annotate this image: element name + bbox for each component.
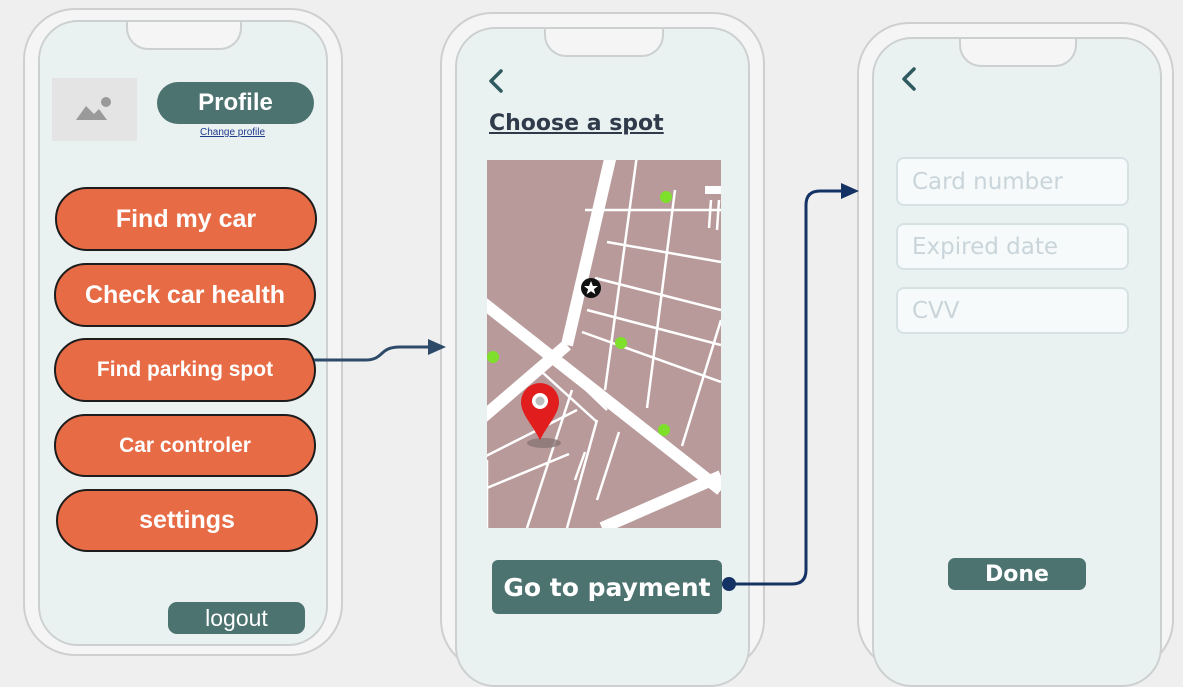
car-controller-button[interactable]: Car controler	[54, 414, 316, 477]
image-placeholder-icon	[76, 97, 111, 120]
phone-map: Choose a spot Go to payment	[440, 12, 765, 687]
location-pin-icon	[521, 383, 561, 448]
go-to-payment-button[interactable]: Go to payment	[492, 560, 722, 614]
cvv-field[interactable]: CVV	[896, 287, 1129, 334]
available-spot-marker[interactable]	[660, 191, 672, 203]
expired-date-field[interactable]: Expired date	[896, 223, 1129, 270]
check-car-health-button[interactable]: Check car health	[54, 263, 316, 327]
avatar-placeholder[interactable]	[52, 78, 137, 141]
back-button[interactable]	[485, 67, 509, 95]
find-my-car-button[interactable]: Find my car	[55, 187, 317, 251]
landmark-marker[interactable]	[580, 277, 602, 299]
phone-payment: Card number Expired date CVV Done	[857, 22, 1174, 687]
page-title: Choose a spot	[489, 111, 664, 136]
profile-button[interactable]: Profile	[157, 82, 314, 124]
chevron-left-icon	[489, 69, 503, 93]
phone-notch	[126, 22, 242, 50]
selected-spot-pin[interactable]	[517, 380, 567, 450]
available-spot-marker[interactable]	[658, 424, 670, 436]
settings-button[interactable]: settings	[56, 489, 318, 552]
map-canvas	[487, 160, 721, 528]
available-spot-marker[interactable]	[615, 337, 627, 349]
map-screen: Choose a spot Go to payment	[455, 27, 750, 687]
change-profile-link[interactable]: Change profile	[200, 127, 265, 138]
chevron-left-icon	[902, 67, 916, 91]
star-marker-icon	[581, 278, 601, 298]
logout-button[interactable]: logout	[168, 602, 305, 634]
available-spot-marker[interactable]	[487, 351, 499, 363]
find-parking-spot-button[interactable]: Find parking spot	[54, 338, 316, 402]
done-button[interactable]: Done	[948, 558, 1086, 590]
payment-screen: Card number Expired date CVV Done	[872, 37, 1162, 687]
parking-map[interactable]	[487, 160, 721, 528]
back-button[interactable]	[898, 65, 922, 93]
phone-notch	[959, 39, 1077, 67]
menu-screen: Profile Change profile Find my car Check…	[38, 20, 328, 646]
phone-notch	[544, 29, 664, 57]
card-number-field[interactable]: Card number	[896, 157, 1129, 206]
phone-menu: Profile Change profile Find my car Check…	[23, 8, 343, 656]
